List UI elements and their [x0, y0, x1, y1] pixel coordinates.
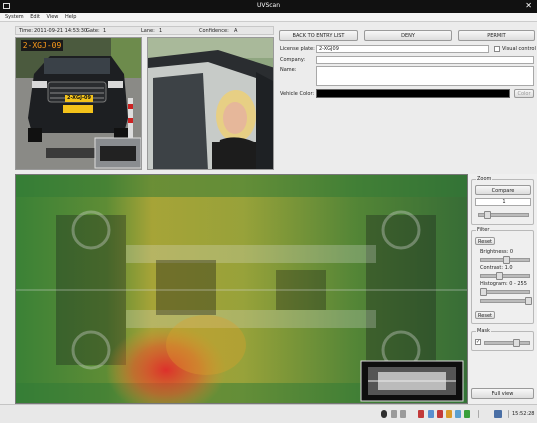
network-icon: [428, 410, 434, 418]
color-picker-button[interactable]: Color: [514, 89, 534, 98]
menu-bar: System Edit View Help: [0, 13, 537, 22]
driver-photo[interactable]: [147, 37, 274, 170]
mask-checkbox[interactable]: ✓: [475, 339, 481, 345]
license-plate-label: License plate:: [280, 46, 315, 52]
warning-icon: [446, 410, 452, 418]
reset-filter-bottom-button[interactable]: Reset: [475, 311, 495, 319]
car-front-photo[interactable]: 2-XGJ-09 2-XGJ-09: [15, 37, 142, 170]
menu-help[interactable]: Help: [65, 13, 76, 22]
confidence-label: Confidence:: [199, 28, 229, 34]
visual-control-checkbox[interactable]: [494, 46, 500, 52]
time-value: 2011-09-21 14:53:30: [34, 28, 88, 34]
status-divider: [478, 410, 479, 418]
license-plate-input[interactable]: 2-XGJ09: [316, 45, 489, 53]
histogram-low-track: [480, 290, 530, 294]
name-label: Name:: [280, 67, 297, 73]
close-icon[interactable]: ✕: [525, 1, 532, 10]
brightness-slider-thumb[interactable]: [502, 256, 510, 264]
name-input[interactable]: [316, 66, 534, 86]
lane-value: 1: [159, 28, 163, 34]
filter-group: Filter Reset Brightness: 0 Contrast: 1.0…: [471, 227, 534, 324]
window-title: UVScan: [256, 2, 281, 9]
underbody-scan-view[interactable]: [15, 174, 468, 404]
vehicle-color-label: Vehicle Color:: [280, 91, 315, 97]
reset-filter-top-button[interactable]: Reset: [475, 237, 495, 245]
device-status-icon-2: [400, 410, 406, 418]
histogram-high-slider[interactable]: [480, 297, 532, 305]
status-clock: 15:52:28: [512, 411, 535, 417]
mask-slider-track: [484, 341, 530, 345]
brightness-slider[interactable]: [480, 256, 530, 264]
histogram-low-slider[interactable]: [480, 288, 530, 296]
brightness-label: Brightness: 0: [480, 249, 514, 255]
zoom-slider[interactable]: [478, 211, 529, 219]
lane-label: Lane:: [141, 28, 155, 34]
camera-status-icon: [381, 410, 387, 418]
title-bar: UVScan ✕: [0, 0, 537, 13]
filter-group-title: Filter: [476, 227, 491, 233]
histogram-label: Histogram: 0 - 255: [480, 281, 527, 287]
gate-label: Gate:: [86, 28, 100, 34]
back-to-entry-list-button[interactable]: BACK TO ENTRY LIST: [279, 30, 358, 41]
status-bar: 15:52:28: [0, 404, 537, 423]
ok-status-icon: [464, 410, 470, 418]
compare-button[interactable]: Compare: [475, 185, 531, 195]
mask-slider[interactable]: [484, 339, 530, 347]
vehicle-color-swatch: [316, 89, 510, 98]
deny-button[interactable]: DENY: [364, 30, 452, 41]
mask-group: Mask ✓: [471, 328, 534, 351]
company-label: Company:: [280, 57, 306, 63]
histogram-high-track: [480, 299, 530, 303]
menu-view[interactable]: View: [47, 13, 59, 22]
contrast-slider-track: [480, 274, 530, 278]
zoom-slider-thumb[interactable]: [483, 211, 491, 219]
mail-icon: [437, 410, 443, 418]
zoom-group-title: Zoom: [476, 176, 493, 182]
device-status-icon: [391, 410, 397, 418]
mask-slider-thumb[interactable]: [512, 339, 520, 347]
histogram-low-thumb[interactable]: [480, 288, 487, 296]
mask-group-title: Mask: [476, 328, 491, 334]
gate-value: 1: [103, 28, 107, 34]
confidence-value: A: [234, 28, 238, 34]
info-icon: [455, 410, 461, 418]
menu-system[interactable]: System: [5, 13, 24, 22]
visual-control-label: Visual control: [502, 46, 536, 52]
company-input[interactable]: [316, 56, 534, 64]
zoom-value-input[interactable]: 1: [475, 198, 531, 206]
zoom-group: Zoom Compare 1: [471, 176, 534, 225]
contrast-label: Contrast: 1.0: [480, 265, 513, 271]
full-view-button[interactable]: Full view: [471, 388, 534, 399]
underbody-scan-image: [16, 175, 467, 403]
alarm-icon: [418, 410, 424, 418]
menu-edit[interactable]: Edit: [30, 13, 40, 22]
car-front-image: [16, 38, 141, 169]
display-icon[interactable]: [494, 410, 502, 418]
status-divider-2: [508, 410, 509, 418]
passage-info-bar: Time: 2011-09-21 14:53:30 Gate: 1 Lane: …: [15, 26, 274, 35]
contrast-slider[interactable]: [480, 272, 530, 280]
plate-recognition-overlay: 2-XGJ-09: [21, 40, 63, 51]
time-label: Time:: [19, 28, 33, 34]
driver-image: [148, 38, 273, 169]
control-panel: Zoom Compare 1 Filter Reset Brightness: …: [468, 174, 537, 404]
car-license-plate: 2-XGJ-09: [65, 95, 93, 102]
histogram-high-thumb[interactable]: [525, 297, 532, 305]
contrast-slider-thumb[interactable]: [495, 272, 503, 280]
permit-button[interactable]: PERMIT: [458, 30, 535, 41]
